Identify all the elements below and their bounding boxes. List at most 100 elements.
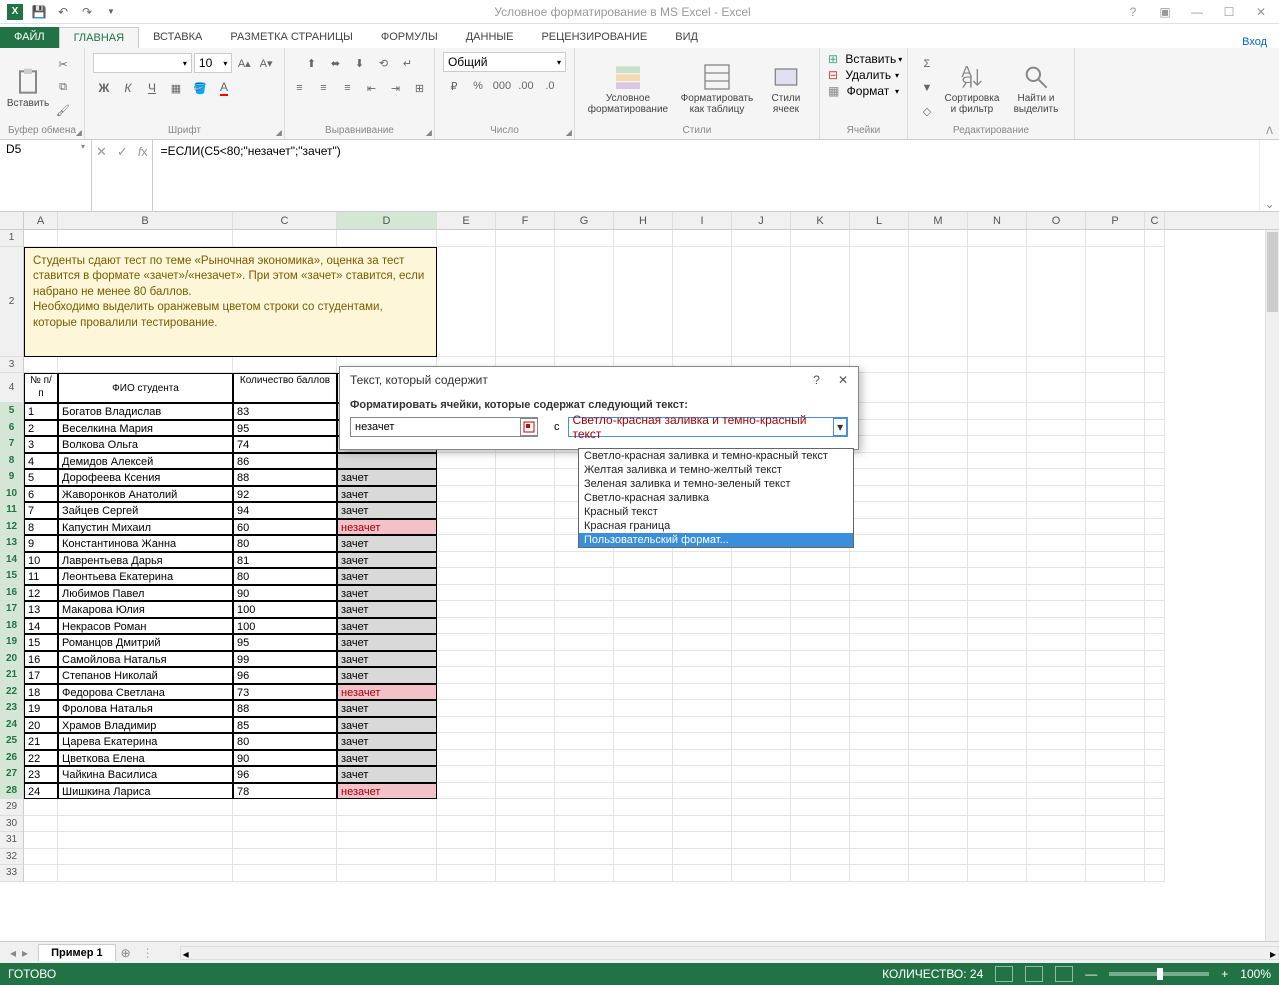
zoom-out-icon[interactable]: — xyxy=(1085,967,1097,981)
row-header[interactable]: 18 xyxy=(0,618,24,635)
format-painter-icon[interactable]: 🖌 xyxy=(52,100,74,122)
cell-result[interactable]: зачет xyxy=(337,585,437,602)
cell[interactable] xyxy=(673,585,732,602)
cell[interactable] xyxy=(909,502,968,519)
cell[interactable] xyxy=(496,601,555,618)
cell[interactable]: 96 xyxy=(233,667,337,684)
cell[interactable] xyxy=(1145,535,1165,552)
cell[interactable] xyxy=(850,651,909,668)
cell[interactable] xyxy=(1027,247,1086,357)
row-header[interactable]: 3 xyxy=(0,357,24,374)
cell[interactable] xyxy=(1086,618,1145,635)
cell[interactable] xyxy=(732,717,791,734)
sign-in-link[interactable]: Вход xyxy=(1242,36,1279,48)
row-header[interactable]: 6 xyxy=(0,420,24,437)
cell[interactable] xyxy=(791,865,850,882)
increase-font-icon[interactable]: A▴ xyxy=(234,52,254,74)
cell[interactable] xyxy=(437,585,496,602)
align-top-icon[interactable]: ⬆ xyxy=(300,52,322,74)
cell[interactable] xyxy=(850,247,909,357)
cell[interactable] xyxy=(496,585,555,602)
cell[interactable]: Любимов Павел xyxy=(58,585,233,602)
row-header[interactable]: 23 xyxy=(0,700,24,717)
cell[interactable] xyxy=(437,502,496,519)
cell[interactable] xyxy=(1086,684,1145,701)
cell[interactable] xyxy=(1086,357,1145,374)
cell[interactable] xyxy=(1086,373,1145,403)
cell[interactable]: 100 xyxy=(233,601,337,618)
cell[interactable] xyxy=(555,750,614,767)
undo-icon[interactable]: ↶ xyxy=(52,1,74,23)
cell[interactable] xyxy=(437,667,496,684)
cell[interactable] xyxy=(496,552,555,569)
cell[interactable] xyxy=(968,667,1027,684)
cell[interactable] xyxy=(968,766,1027,783)
cell[interactable] xyxy=(732,651,791,668)
cell[interactable] xyxy=(614,750,673,767)
cell[interactable]: Веселкина Мария xyxy=(58,420,233,437)
cell[interactable] xyxy=(1145,799,1165,816)
row-header[interactable]: 29 xyxy=(0,799,24,816)
cell[interactable] xyxy=(496,733,555,750)
cell[interactable] xyxy=(1027,783,1086,800)
cell[interactable] xyxy=(555,618,614,635)
cell[interactable] xyxy=(968,684,1027,701)
cell[interactable] xyxy=(968,568,1027,585)
cell[interactable] xyxy=(1086,519,1145,536)
cell[interactable] xyxy=(1145,585,1165,602)
cell[interactable] xyxy=(496,783,555,800)
cell[interactable] xyxy=(496,453,555,470)
cell[interactable] xyxy=(437,717,496,734)
cell[interactable] xyxy=(968,618,1027,635)
cell[interactable] xyxy=(968,651,1027,668)
combo-arrow-icon[interactable]: ▾ xyxy=(833,418,847,436)
sheet-nav-prev-icon[interactable]: ◂ xyxy=(10,946,16,960)
cell[interactable] xyxy=(614,700,673,717)
cell[interactable] xyxy=(233,230,337,247)
row-header[interactable]: 5 xyxy=(0,403,24,420)
column-header-E[interactable]: E xyxy=(437,212,496,229)
cell[interactable] xyxy=(496,535,555,552)
cell[interactable] xyxy=(555,865,614,882)
cell[interactable] xyxy=(1027,733,1086,750)
cell[interactable] xyxy=(1145,750,1165,767)
cell[interactable] xyxy=(1086,651,1145,668)
cell[interactable]: 83 xyxy=(233,403,337,420)
merge-icon[interactable]: ⊞ xyxy=(408,77,430,99)
cell[interactable] xyxy=(909,519,968,536)
autosum-icon[interactable]: Σ xyxy=(916,53,938,75)
grid-body[interactable]: 12Студенты сдают тест по теме «Рыночная … xyxy=(0,230,1265,941)
cell[interactable] xyxy=(1145,486,1165,503)
dialog-titlebar[interactable]: Текст, который содержит ? ✕ xyxy=(340,367,858,393)
cell[interactable] xyxy=(496,502,555,519)
cell[interactable] xyxy=(909,700,968,717)
number-format-combo[interactable]: Общий▾ xyxy=(443,52,566,72)
sheet-nav-next-icon[interactable]: ▸ xyxy=(22,946,28,960)
cell[interactable] xyxy=(909,667,968,684)
cell[interactable] xyxy=(909,535,968,552)
cell[interactable] xyxy=(555,247,614,357)
cell[interactable] xyxy=(1145,519,1165,536)
find-select-button[interactable]: Найти и выделить xyxy=(1006,60,1066,116)
font-color-icon[interactable]: A xyxy=(213,77,235,99)
row-header[interactable]: 28 xyxy=(0,783,24,800)
cell[interactable] xyxy=(337,849,437,866)
cell[interactable] xyxy=(791,733,850,750)
cell[interactable]: 8 xyxy=(24,519,58,536)
orientation-icon[interactable]: ⟲ xyxy=(372,52,394,74)
number-launcher-icon[interactable]: ◢ xyxy=(566,128,572,137)
cell[interactable] xyxy=(437,247,496,357)
cell[interactable] xyxy=(1086,568,1145,585)
cell[interactable] xyxy=(437,552,496,569)
cell[interactable] xyxy=(614,247,673,357)
cell[interactable] xyxy=(614,766,673,783)
cell[interactable] xyxy=(968,733,1027,750)
cell[interactable] xyxy=(968,373,1027,403)
cell[interactable] xyxy=(850,618,909,635)
cell[interactable] xyxy=(1145,568,1165,585)
row-header[interactable]: 14 xyxy=(0,552,24,569)
cell[interactable] xyxy=(968,750,1027,767)
conditional-formatting-button[interactable]: Условное форматирование xyxy=(583,60,673,116)
cell[interactable] xyxy=(673,783,732,800)
cell[interactable] xyxy=(909,436,968,453)
